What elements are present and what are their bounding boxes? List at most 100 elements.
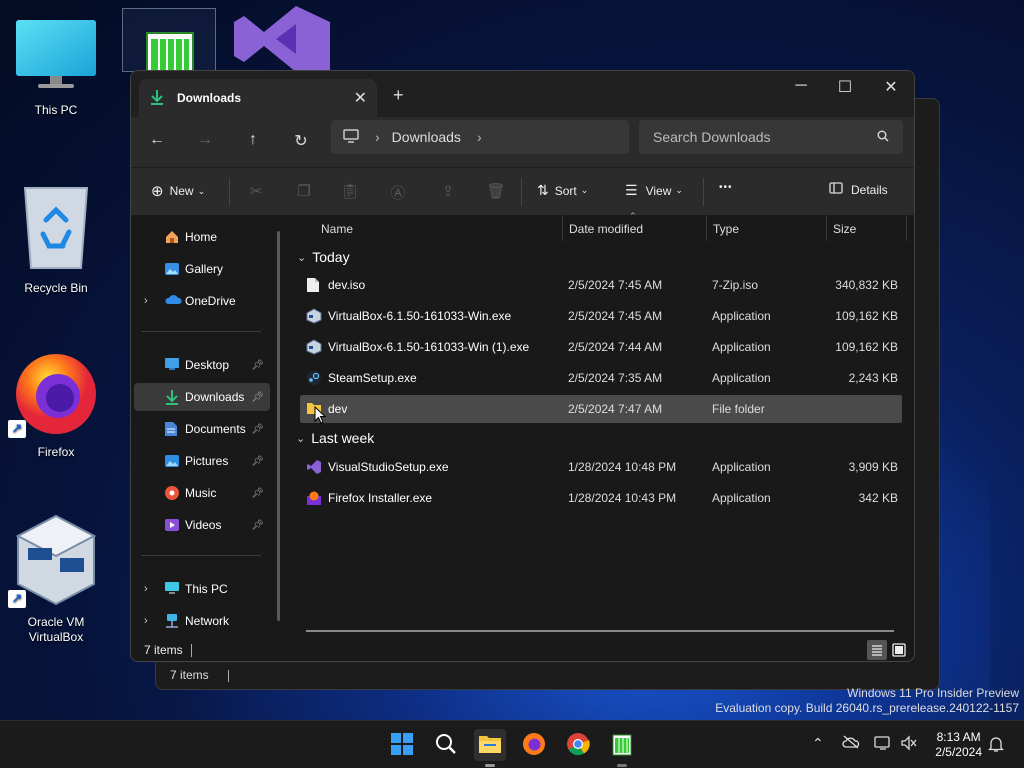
sidebar-item-network[interactable]: › Network [134,607,270,635]
chevron-right-icon[interactable]: › [144,615,148,627]
item-count: 7 items [144,643,183,657]
sidebar-item-documents[interactable]: Documents 📌︎ [134,415,270,443]
sidebar-item-this-pc[interactable]: › This PC [134,575,270,603]
table-row[interactable]: SteamSetup.exe 2/5/2024 7:35 AM Applicat… [300,364,902,392]
network-icon [164,613,182,629]
breadcrumb-downloads[interactable]: Downloads [392,129,461,145]
sort-icon: ⇅ [537,182,549,198]
chevron-right-icon[interactable]: › [477,129,482,145]
search-button[interactable] [430,729,462,761]
notification-bell-icon[interactable] [987,735,1005,756]
table-row[interactable]: VirtualBox-6.1.50-161033-Win (1).exe 2/5… [300,333,902,361]
chevron-right-icon[interactable]: › [144,583,148,595]
sidebar-item-videos[interactable]: Videos 📌︎ [134,511,270,539]
pin-icon[interactable]: 📌︎ [251,488,264,499]
tiles-view-button[interactable] [889,640,909,660]
desktop-icon-recycle-bin[interactable]: Recycle Bin [11,182,101,295]
address-bar[interactable]: › Downloads › [331,120,629,154]
download-arrow-icon [149,89,165,108]
new-button[interactable]: ⊕ New ⌄ [151,182,205,200]
forward-button[interactable]: → [193,131,217,149]
table-row[interactable]: VirtualBox-6.1.50-161033-Win.exe 2/5/202… [300,302,902,330]
pin-icon[interactable]: 📌︎ [251,360,264,371]
system-clock[interactable]: 8:13 AM 2/5/2024 [935,730,982,760]
more-options-button[interactable]: ••• [719,182,733,193]
cloud-offline-icon[interactable] [842,735,860,752]
back-button[interactable]: ← [145,131,169,149]
taskbar-firefox[interactable] [518,729,550,761]
details-pane-button[interactable]: Details [829,182,888,197]
view-button[interactable]: ☰ View ⌄ [625,182,683,199]
maximize-button[interactable]: ☐ [825,77,865,97]
group-header-last-week[interactable]: ⌄ Last week [296,430,374,446]
taskbar-file-explorer[interactable] [474,729,506,767]
desktop-icon-selected-app[interactable] [122,8,216,77]
sort-button[interactable]: ⇅ Sort ⌄ [537,182,588,199]
pin-icon[interactable]: 📌︎ [251,392,264,403]
pin-icon[interactable]: 📌︎ [251,456,264,467]
close-tab-icon[interactable]: ✕ [354,88,367,108]
new-tab-button[interactable]: + [393,85,404,106]
navigation-pane: Home Gallery › OneDrive Desktop 📌︎ Downl… [131,215,289,641]
sidebar-item-music[interactable]: Music 📌︎ [134,479,270,507]
documents-icon [164,421,182,437]
new-label: New [169,184,194,198]
close-window-button[interactable]: ✕ [871,77,911,97]
sidebar-item-onedrive[interactable]: › OneDrive [134,287,270,315]
home-icon [164,229,182,245]
paste-icon[interactable]: 📋︎ [339,182,361,200]
group-label: Last week [311,430,375,446]
share-icon[interactable]: ⇪ [437,182,459,200]
sidebar-item-desktop[interactable]: Desktop 📌︎ [134,351,270,379]
visual-studio-icon [306,459,322,475]
table-row-selected[interactable]: dev 2/5/2024 7:47 AM File folder [300,395,902,423]
taskbar-chrome[interactable] [562,729,594,761]
desktop-icon-virtualbox[interactable]: Oracle VM VirtualBox ↗ [8,514,101,645]
chevron-right-icon[interactable]: › [375,129,380,145]
search-input[interactable]: Search Downloads [653,129,877,145]
tab-downloads[interactable]: Downloads ✕ [139,79,377,117]
table-row[interactable]: dev.iso 2/5/2024 7:45 AM 7-Zip.iso 340,8… [300,271,902,299]
horizontal-scrollbar[interactable] [306,630,894,632]
visual-studio-desktop-icon[interactable] [234,6,330,75]
network-icon[interactable] [874,735,892,754]
chevron-down-icon: ⌄ [675,185,683,195]
pin-icon[interactable]: 📌︎ [251,424,264,435]
computer-icon [343,128,359,146]
chevron-right-icon[interactable]: › [144,295,148,307]
refresh-button[interactable]: ↻ [289,131,313,151]
table-row[interactable]: Firefox Installer.exe 1/28/2024 10:43 PM… [300,484,902,512]
sidebar-item-downloads[interactable]: Downloads 📌︎ [134,383,270,411]
plus-circle-icon: ⊕ [151,183,164,200]
table-row[interactable]: VisualStudioSetup.exe 1/28/2024 10:48 PM… [300,453,902,481]
minimize-button[interactable]: ─ [781,77,821,95]
sidebar-item-gallery[interactable]: Gallery [134,255,270,283]
chevron-down-icon: ⌄ [197,185,206,196]
start-button[interactable] [386,729,418,761]
taskbar-notepad-plus[interactable] [606,729,638,767]
rename-icon[interactable]: Ⓐ [387,182,409,203]
steam-icon [306,370,322,386]
up-button[interactable]: ↑ [241,131,265,149]
show-hidden-icons-chevron[interactable]: ⌃ [812,735,824,752]
desktop-icon-this-pc[interactable]: This PC [11,18,101,117]
sidebar-item-pictures[interactable]: Pictures 📌︎ [134,447,270,475]
pin-icon[interactable]: 📌︎ [251,520,264,531]
chrome-icon [566,732,590,759]
cut-icon[interactable]: ✂ [245,182,267,200]
onedrive-cloud-icon [164,293,182,309]
running-indicator [485,764,495,767]
status-bar: 7 items [131,640,914,661]
copy-icon[interactable]: ❐ [293,182,315,200]
volume-muted-icon[interactable] [900,735,918,754]
search-box[interactable]: Search Downloads [639,120,903,154]
downloads-icon [164,389,182,405]
details-view-button[interactable] [867,640,887,660]
navigation-pane-scrollbar[interactable] [277,231,280,621]
details-pane-icon [829,182,843,197]
desktop-icon-firefox[interactable]: Firefox ↗ [8,348,101,459]
sidebar-item-home[interactable]: Home [134,223,270,251]
chevron-down-icon: ⌄ [296,432,306,445]
delete-icon[interactable]: 🗑︎ [485,182,507,200]
sidebar-divider [141,555,261,556]
